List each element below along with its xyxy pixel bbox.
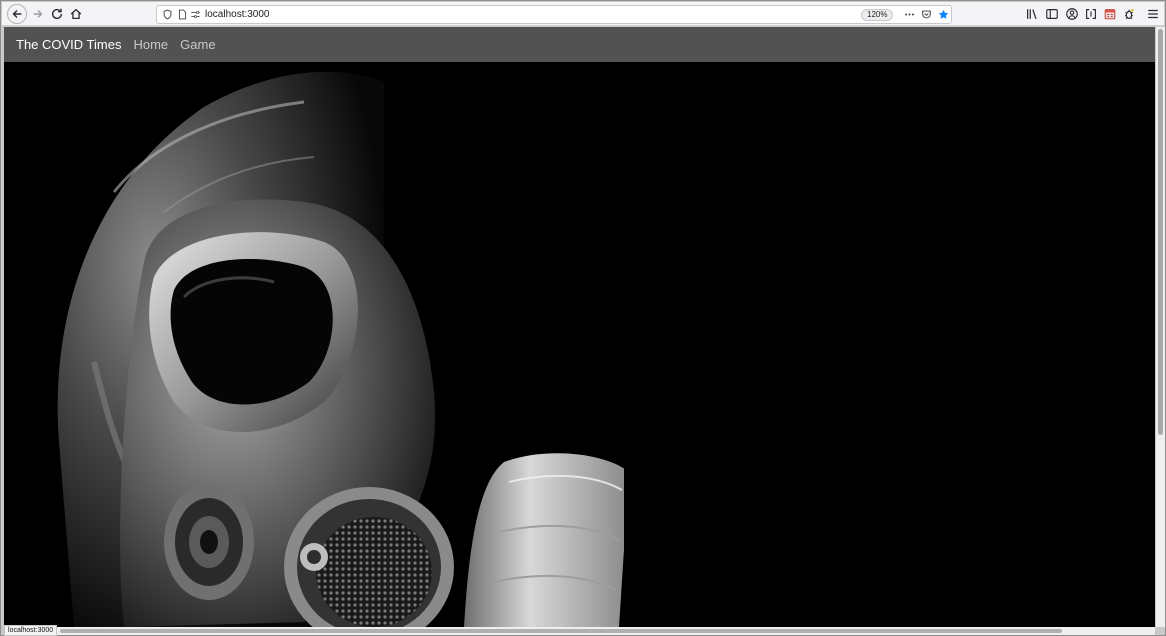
hero-gas-mask-image (4, 62, 1155, 627)
horizontal-scrollbar-thumb[interactable] (60, 629, 1062, 633)
back-arrow-icon[interactable] (7, 4, 27, 24)
site-brand[interactable]: The COVID Times (16, 37, 121, 52)
site-navbar: The COVID Times Home Game (4, 27, 1155, 62)
permissions-icon[interactable] (189, 8, 202, 21)
home-icon[interactable] (66, 4, 86, 24)
url-bar[interactable]: localhost:3000 120% (156, 5, 952, 24)
sidebar-icon[interactable] (1042, 4, 1062, 24)
forward-arrow-icon[interactable] (28, 4, 48, 24)
pocket-icon[interactable] (920, 8, 933, 21)
tracking-shield-icon[interactable] (161, 8, 174, 21)
library-icon[interactable] (1022, 4, 1042, 24)
zoom-level-badge[interactable]: 120% (861, 9, 894, 21)
hamburger-menu-icon[interactable] (1143, 4, 1163, 24)
vertical-scrollbar[interactable] (1156, 27, 1165, 627)
bug-extension-icon[interactable] (1119, 4, 1139, 24)
browser-toolbar: localhost:3000 120% (2, 2, 1164, 26)
account-icon[interactable] (1062, 4, 1082, 24)
web-page: The COVID Times Home Game (4, 27, 1155, 627)
url-text[interactable]: localhost:3000 (205, 8, 270, 22)
calendar-extension-icon[interactable] (1100, 4, 1120, 24)
horizontal-scrollbar[interactable] (4, 627, 1155, 635)
browser-window: localhost:3000 120% The COVID Times Home… (0, 0, 1166, 636)
status-link-preview: localhost:3000 (4, 625, 58, 636)
bookmark-star-icon[interactable] (937, 8, 950, 21)
reload-icon[interactable] (47, 4, 67, 24)
page-icon (176, 8, 189, 21)
vertical-scrollbar-thumb[interactable] (1158, 29, 1163, 435)
nav-link-home[interactable]: Home (133, 37, 168, 52)
more-actions-icon[interactable] (903, 8, 916, 21)
nav-link-game[interactable]: Game (180, 37, 215, 52)
extension-icon[interactable] (1081, 4, 1101, 24)
